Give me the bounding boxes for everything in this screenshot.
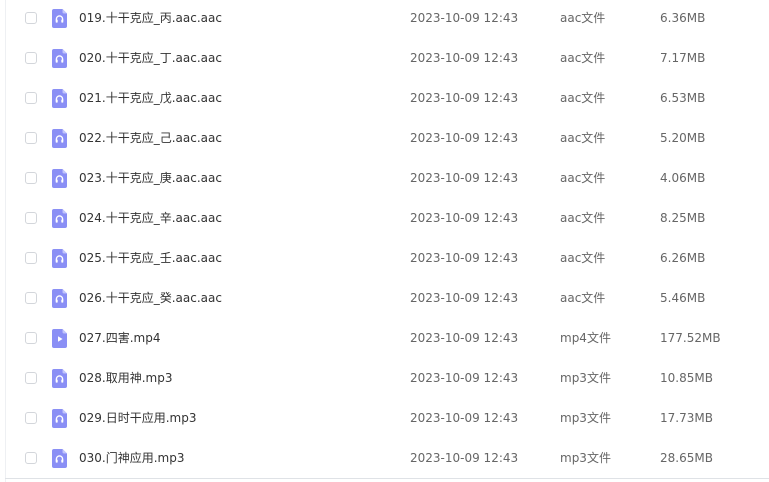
row-checkbox[interactable] [25, 412, 37, 424]
file-name[interactable]: 021.十干克应_戊.aac.aac [79, 90, 222, 106]
row-checkbox[interactable] [25, 12, 37, 24]
file-type: aac文件 [560, 91, 606, 105]
modified-date: 2023-10-09 12:43 [410, 451, 519, 465]
file-name[interactable]: 030.门神应用.mp3 [79, 450, 184, 466]
file-name[interactable]: 019.十干克应_丙.aac.aac [79, 10, 222, 26]
file-name[interactable]: 026.十干克应_癸.aac.aac [79, 290, 222, 306]
modified-date: 2023-10-09 12:43 [410, 411, 519, 425]
file-row[interactable]: 024.十干克应_辛.aac.aac 2023-10-09 12:43 aac文件 8… [0, 199, 769, 239]
row-checkbox[interactable] [25, 212, 37, 224]
modified-date: 2023-10-09 12:43 [410, 51, 519, 65]
file-row[interactable]: 029.日时干应用.mp3 2023-10-09 12:43 mp3文件 17.73M… [0, 399, 769, 439]
row-checkbox[interactable] [25, 372, 37, 384]
file-size: 177.52MB [660, 331, 721, 345]
audio-file-icon [52, 409, 67, 428]
audio-file-icon [52, 89, 67, 108]
file-row[interactable]: 026.十干克应_癸.aac.aac 2023-10-09 12:43 aac文件 5… [0, 279, 769, 319]
file-size: 4.06MB [660, 171, 706, 185]
file-type: aac文件 [560, 171, 606, 185]
video-file-icon [52, 329, 67, 348]
file-size: 28.65MB [660, 451, 713, 465]
modified-date: 2023-10-09 12:43 [410, 291, 519, 305]
modified-date: 2023-10-09 12:43 [410, 331, 519, 345]
file-type: aac文件 [560, 211, 606, 225]
file-type: mp3文件 [560, 411, 611, 425]
row-checkbox[interactable] [25, 92, 37, 104]
file-row[interactable]: 025.十干克应_壬.aac.aac 2023-10-09 12:43 aac文件 6… [0, 239, 769, 279]
file-list: 019.十干克应_丙.aac.aac 2023-10-09 12:43 aac文件 6… [0, 0, 769, 482]
file-size: 10.85MB [660, 371, 713, 385]
row-checkbox[interactable] [25, 172, 37, 184]
audio-file-icon [52, 449, 67, 468]
audio-file-icon [52, 289, 67, 308]
file-type: mp3文件 [560, 371, 611, 385]
file-row[interactable]: 022.十干克应_己.aac.aac 2023-10-09 12:43 aac文件 5… [0, 119, 769, 159]
file-row[interactable]: 028.取用神.mp3 2023-10-09 12:43 mp3文件 10.85MB [0, 359, 769, 399]
file-type: mp4文件 [560, 331, 611, 345]
file-row[interactable]: 021.十干克应_戊.aac.aac 2023-10-09 12:43 aac文件 6… [0, 79, 769, 119]
file-name[interactable]: 027.四害.mp4 [79, 330, 160, 346]
file-size: 17.73MB [660, 411, 713, 425]
file-size: 7.17MB [660, 51, 706, 65]
file-type: aac文件 [560, 11, 606, 25]
file-type: aac文件 [560, 291, 606, 305]
modified-date: 2023-10-09 12:43 [410, 11, 519, 25]
audio-file-icon [52, 169, 67, 188]
modified-date: 2023-10-09 12:43 [410, 371, 519, 385]
file-row[interactable]: 030.门神应用.mp3 2023-10-09 12:43 mp3文件 28.65MB [0, 439, 769, 479]
row-checkbox[interactable] [25, 452, 37, 464]
file-size: 6.36MB [660, 11, 706, 25]
file-name[interactable]: 024.十干克应_辛.aac.aac [79, 210, 222, 226]
file-name[interactable]: 029.日时干应用.mp3 [79, 410, 196, 426]
file-row[interactable]: 020.十干克应_丁.aac.aac 2023-10-09 12:43 aac文件 7… [0, 39, 769, 79]
row-checkbox[interactable] [25, 132, 37, 144]
list-bottom-border [5, 478, 769, 479]
audio-file-icon [52, 369, 67, 388]
file-row[interactable]: 027.四害.mp4 2023-10-09 12:43 mp4文件 177.52MB [0, 319, 769, 359]
file-type: aac文件 [560, 131, 606, 145]
audio-file-icon [52, 129, 67, 148]
file-type: aac文件 [560, 251, 606, 265]
file-name[interactable]: 023.十干克应_庚.aac.aac [79, 170, 222, 186]
modified-date: 2023-10-09 12:43 [410, 171, 519, 185]
file-size: 6.26MB [660, 251, 706, 265]
file-size: 8.25MB [660, 211, 706, 225]
audio-file-icon [52, 49, 67, 68]
row-checkbox[interactable] [25, 292, 37, 304]
file-type: aac文件 [560, 51, 606, 65]
file-size: 5.20MB [660, 131, 706, 145]
audio-file-icon [52, 9, 67, 28]
modified-date: 2023-10-09 12:43 [410, 251, 519, 265]
audio-file-icon [52, 249, 67, 268]
file-size: 5.46MB [660, 291, 706, 305]
modified-date: 2023-10-09 12:43 [410, 91, 519, 105]
file-row[interactable]: 019.十干克应_丙.aac.aac 2023-10-09 12:43 aac文件 6… [0, 0, 769, 39]
row-checkbox[interactable] [25, 332, 37, 344]
file-name[interactable]: 028.取用神.mp3 [79, 370, 172, 386]
file-name[interactable]: 022.十干克应_己.aac.aac [79, 130, 222, 146]
file-name[interactable]: 025.十干克应_壬.aac.aac [79, 250, 222, 266]
file-name[interactable]: 020.十干克应_丁.aac.aac [79, 50, 222, 66]
row-checkbox[interactable] [25, 52, 37, 64]
file-row[interactable]: 023.十干克应_庚.aac.aac 2023-10-09 12:43 aac文件 4… [0, 159, 769, 199]
modified-date: 2023-10-09 12:43 [410, 211, 519, 225]
audio-file-icon [52, 209, 67, 228]
modified-date: 2023-10-09 12:43 [410, 131, 519, 145]
row-checkbox[interactable] [25, 252, 37, 264]
file-type: mp3文件 [560, 451, 611, 465]
file-size: 6.53MB [660, 91, 706, 105]
